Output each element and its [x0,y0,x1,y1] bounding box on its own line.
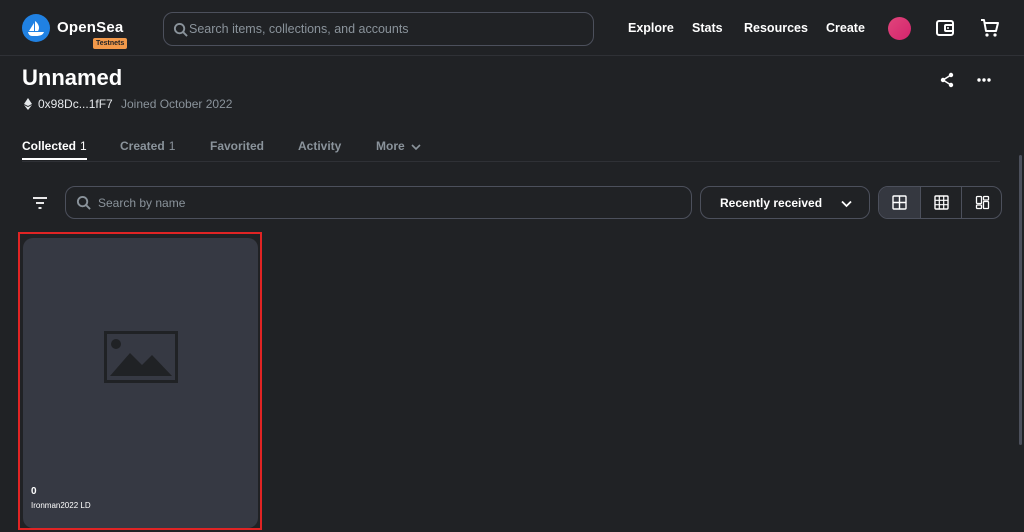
tab-count: 1 [80,139,87,153]
search-by-name-input[interactable]: Search by name [65,186,692,219]
image-placeholder-icon [104,331,178,383]
sort-selected-value: Recently received [720,196,823,210]
more-options-icon[interactable] [975,71,993,89]
tab-created[interactable]: Created 1 [120,139,175,153]
tab-label: More [376,139,405,153]
joined-date: Joined October 2022 [121,97,233,111]
global-search-placeholder: Search items, collections, and accounts [189,22,409,36]
testnets-badge: Testnets [93,38,128,49]
tab-label: Collected [22,139,77,153]
nav-create[interactable]: Create [826,21,865,35]
tab-label: Activity [298,139,342,153]
brand-name[interactable]: OpenSea [57,19,123,36]
nav-explore[interactable]: Explore [628,21,674,35]
search-icon [173,22,188,37]
item-price: 0 [31,486,37,497]
nav-stats[interactable]: Stats [692,21,723,35]
tab-label: Created [120,139,165,153]
active-tab-indicator [22,158,87,160]
sort-dropdown[interactable]: Recently received [700,186,870,219]
tab-collected[interactable]: Collected 1 [22,139,87,153]
nav-resources[interactable]: Resources [744,21,808,35]
tab-more[interactable]: More [376,139,421,153]
search-by-name-placeholder: Search by name [98,196,186,210]
small-grid-view-button[interactable] [921,187,962,218]
large-grid-icon [892,195,907,210]
cart-icon[interactable] [979,17,1001,39]
grid-view-toggle [878,186,1002,219]
page-scrollbar[interactable] [1019,155,1022,445]
large-grid-view-button[interactable] [879,187,920,218]
chevron-down-icon [841,200,852,208]
wallet-address[interactable]: 0x98Dc...1fF7 [38,97,113,111]
tabs-divider [22,161,1000,162]
profile-name: Unnamed [22,65,123,90]
mosaic-view-button[interactable] [962,187,1001,218]
share-icon[interactable] [938,71,956,89]
small-grid-icon [934,195,949,210]
profile-avatar[interactable] [888,17,911,40]
filter-icon[interactable] [31,194,49,212]
item-name: Ironman2022 LD [31,501,91,510]
opensea-logo-icon[interactable] [22,14,50,42]
global-search-input[interactable]: Search items, collections, and accounts [163,12,594,46]
tab-favorited[interactable]: Favorited [210,139,264,153]
ethereum-icon [24,98,32,110]
tab-label: Favorited [210,139,265,153]
search-icon [76,195,91,210]
wallet-icon[interactable] [934,17,956,39]
mosaic-icon [975,195,990,210]
tab-count: 1 [168,139,176,153]
chevron-down-icon [411,144,421,150]
nft-item-card[interactable]: 0 Ironman2022 LD [23,238,258,528]
top-navigation-bar: OpenSea Testnets Search items, collectio… [0,0,1024,56]
tab-activity[interactable]: Activity [298,139,341,153]
